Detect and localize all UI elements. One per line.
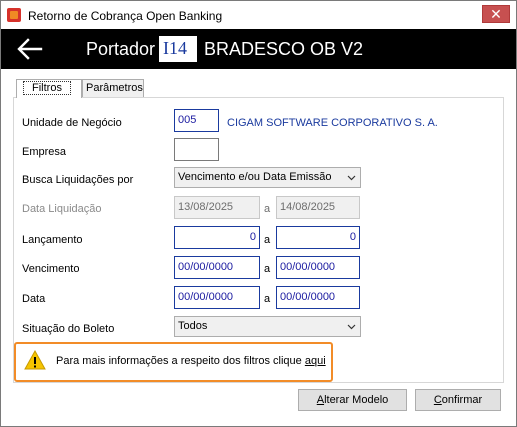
- range-separator: a: [264, 203, 271, 215]
- range-separator: a: [264, 234, 271, 246]
- confirmar-label: onfirmar: [441, 394, 483, 406]
- tab-label: Parâmetros: [86, 82, 143, 94]
- warning-icon: [24, 350, 46, 370]
- confirmar-accel: C: [433, 394, 442, 406]
- portador-name: BRADESCO OB V2: [204, 39, 364, 59]
- busca-liquidacoes-value: Vencimento e/ou Data Emissão: [178, 171, 332, 183]
- portador-code-field[interactable]: I14: [159, 36, 197, 62]
- vencimento-label: Vencimento: [22, 263, 80, 275]
- busca-liquidacoes-select[interactable]: Vencimento e/ou Data Emissão: [174, 167, 361, 188]
- tab-label: Filtros: [23, 81, 71, 95]
- busca-liquidacoes-label: Busca Liquidações por: [22, 174, 134, 186]
- data-liquidacao-to: 14/08/2025: [276, 196, 360, 219]
- empresa-label: Empresa: [22, 146, 67, 158]
- unidade-negocio-description: CIGAM SOFTWARE CORPORATIVO S. A.: [227, 117, 438, 129]
- filters-info-box: Para mais informações a respeito dos fil…: [14, 342, 333, 382]
- situacao-boleto-select[interactable]: Todos: [174, 316, 361, 337]
- dialog-window: Retorno de Cobrança Open Banking ✕ Porta…: [0, 0, 517, 427]
- situacao-boleto-value: Todos: [178, 320, 208, 332]
- chevron-down-icon: [347, 324, 356, 330]
- info-message: Para mais informações a respeito dos fil…: [56, 355, 326, 367]
- portador-header: Portador I14 BRADESCO OB V2: [1, 29, 516, 69]
- range-separator: a: [264, 293, 271, 305]
- info-text: Para mais informações a respeito dos fil…: [56, 355, 302, 367]
- info-link[interactable]: aqui: [305, 355, 326, 367]
- lancamento-label: Lançamento: [22, 234, 83, 246]
- lancamento-from[interactable]: 0: [174, 226, 260, 249]
- portador-label: Portador: [86, 39, 156, 59]
- unidade-negocio-label: Unidade de Negócio: [22, 117, 122, 129]
- data-to[interactable]: 00/00/0000: [276, 286, 360, 309]
- alterar-modelo-accel: A: [316, 394, 325, 406]
- vencimento-from[interactable]: 00/00/0000: [174, 256, 260, 279]
- tab-parametros[interactable]: Parâmetros: [82, 79, 144, 97]
- data-from[interactable]: 00/00/0000: [174, 286, 260, 309]
- vencimento-to[interactable]: 00/00/0000: [276, 256, 360, 279]
- chevron-down-icon: [347, 175, 356, 181]
- title-bar: Retorno de Cobrança Open Banking ✕: [1, 1, 516, 29]
- window-title: Retorno de Cobrança Open Banking: [28, 9, 223, 23]
- data-label: Data: [22, 293, 46, 305]
- unidade-negocio-input[interactable]: 005: [174, 109, 219, 132]
- alterar-modelo-label: lterar Modelo: [324, 394, 389, 406]
- back-arrow-icon[interactable]: [17, 37, 43, 61]
- alterar-modelo-button[interactable]: Alterar Modelo: [298, 389, 407, 411]
- data-liquidacao-from: 13/08/2025: [174, 196, 260, 219]
- app-icon: [7, 8, 21, 22]
- range-separator: a: [264, 263, 271, 275]
- data-liquidacao-label: Data Liquidação: [22, 203, 102, 215]
- lancamento-to[interactable]: 0: [276, 226, 360, 249]
- situacao-boleto-label: Situação do Boleto: [22, 323, 115, 335]
- close-button[interactable]: ✕: [482, 5, 510, 23]
- empresa-input[interactable]: [174, 138, 219, 161]
- confirmar-button[interactable]: Confirmar: [415, 389, 501, 411]
- tab-filtros[interactable]: Filtros: [16, 79, 82, 98]
